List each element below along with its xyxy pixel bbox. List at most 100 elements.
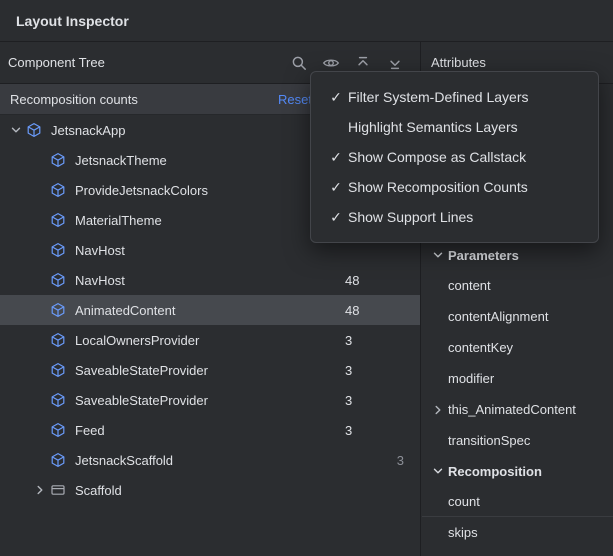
checkmark-icon: ✓ <box>324 89 348 106</box>
chevron-spacer <box>30 392 50 408</box>
compose-node-icon <box>50 272 68 288</box>
checkmark-icon: ✓ <box>324 209 348 226</box>
compose-node-icon <box>50 422 68 438</box>
tree-node-label: Scaffold <box>75 483 122 498</box>
chevron-spacer <box>30 152 50 168</box>
tree-node-label: SaveableStateProvider <box>75 393 208 408</box>
chevron-right-icon[interactable] <box>30 482 50 498</box>
attribute-row-transitionspec[interactable]: transitionSpec <box>422 425 613 456</box>
attribute-row-modifier[interactable]: modifier <box>422 363 613 394</box>
menu-item-filter-system-defined-layers[interactable]: ✓Filter System-Defined Layers <box>311 82 598 112</box>
tree-node-navhost[interactable]: NavHost 48 <box>0 265 420 295</box>
tree-node-label: NavHost <box>75 273 125 288</box>
compose-node-icon <box>50 242 68 258</box>
compose-node-icon <box>50 332 68 348</box>
recomposition-count: 3 <box>345 423 352 438</box>
tree-node-localownersprovider[interactable]: LocalOwnersProvider 3 <box>0 325 420 355</box>
section-title: Recomposition <box>448 464 542 479</box>
recomposition-count: 3 <box>345 333 352 348</box>
window-title-bar: Layout Inspector <box>0 0 613 42</box>
expand-all-icon[interactable] <box>386 54 404 72</box>
chevron-spacer <box>30 422 50 438</box>
menu-item-show-support-lines[interactable]: ✓Show Support Lines <box>311 202 598 232</box>
menu-item-show-compose-as-callstack[interactable]: ✓Show Compose as Callstack <box>311 142 598 172</box>
tree-node-label: ProvideJetsnackColors <box>75 183 208 198</box>
chevron-down-icon[interactable] <box>428 463 448 479</box>
tree-node-label: NavHost <box>75 243 125 258</box>
chevron-down-icon[interactable] <box>6 122 26 138</box>
attribute-row-contentkey[interactable]: contentKey <box>422 332 613 363</box>
attribute-name: modifier <box>448 371 494 386</box>
checkmark-icon: ✓ <box>324 149 348 166</box>
attribute-row-this-animatedcontent[interactable]: this_AnimatedContent <box>422 394 613 425</box>
compose-node-icon <box>50 392 68 408</box>
recomposition-count: 48 <box>345 273 359 288</box>
tree-node-label: AnimatedContent <box>75 303 175 318</box>
chevron-spacer <box>30 332 50 348</box>
menu-item-label: Show Support Lines <box>348 209 473 225</box>
tree-node-label: JetsnackScaffold <box>75 453 173 468</box>
menu-item-label: Show Recomposition Counts <box>348 179 528 195</box>
tree-node-animatedcontent[interactable]: AnimatedContent 48 <box>0 295 420 325</box>
attribute-name: contentKey <box>448 340 513 355</box>
chevron-spacer <box>30 302 50 318</box>
chevron-spacer <box>30 362 50 378</box>
checkmark-icon: ✓ <box>324 179 348 196</box>
attribute-name: count <box>448 494 480 509</box>
tree-node-saveablestateprovider[interactable]: SaveableStateProvider 3 <box>0 385 420 415</box>
compose-node-icon <box>50 152 68 168</box>
tree-node-label: MaterialTheme <box>75 213 162 228</box>
attribute-row-skips[interactable]: skips <box>422 517 613 548</box>
attribute-name: contentAlignment <box>448 309 548 324</box>
recomposition-count: 48 <box>345 303 359 318</box>
tree-node-label: LocalOwnersProvider <box>75 333 199 348</box>
chevron-spacer <box>30 452 50 468</box>
attribute-row-contentalignment[interactable]: contentAlignment <box>422 301 613 332</box>
recomposition-count: 3 <box>345 393 352 408</box>
view-options-icon[interactable] <box>322 54 340 72</box>
compose-node-icon <box>50 302 68 318</box>
compose-node-icon <box>50 212 68 228</box>
tree-node-label: JetsnackTheme <box>75 153 167 168</box>
section-header-parameters[interactable]: Parameters <box>422 240 613 270</box>
tree-node-jetsnackscaffold[interactable]: JetsnackScaffold 3 <box>0 445 420 475</box>
section-header-recomposition[interactable]: Recomposition <box>422 456 613 486</box>
menu-item-label: Show Compose as Callstack <box>348 149 526 165</box>
menu-item-label: Highlight Semantics Layers <box>348 119 518 135</box>
menu-item-highlight-semantics-layers[interactable]: Highlight Semantics Layers <box>311 112 598 142</box>
tree-node-feed[interactable]: Feed 3 <box>0 415 420 445</box>
recomposition-count: 3 <box>345 363 352 378</box>
recomposition-counts-label: Recomposition counts <box>10 92 138 107</box>
compose-node-icon <box>50 182 68 198</box>
search-icon[interactable] <box>290 54 308 72</box>
compose-node-icon <box>26 122 44 138</box>
chevron-down-icon[interactable] <box>428 247 448 263</box>
chevron-spacer <box>30 182 50 198</box>
tree-node-label: Feed <box>75 423 105 438</box>
attribute-name: transitionSpec <box>448 433 530 448</box>
chevron-spacer <box>30 242 50 258</box>
window-title: Layout Inspector <box>16 13 129 29</box>
view-node-icon <box>50 482 68 498</box>
reset-counts-link[interactable]: Reset <box>278 92 312 107</box>
attribute-row-count[interactable]: count <box>422 486 613 517</box>
menu-item-show-recomposition-counts[interactable]: ✓Show Recomposition Counts <box>311 172 598 202</box>
attribute-row-content[interactable]: content <box>422 270 613 301</box>
layout-inspector-window: Layout Inspector Component Tree Rec <box>0 0 613 556</box>
tree-node-scaffold[interactable]: Scaffold <box>0 475 420 505</box>
tree-node-saveablestateprovider[interactable]: SaveableStateProvider 3 <box>0 355 420 385</box>
component-tree-toolbar <box>290 54 404 72</box>
component-tree-title: Component Tree <box>8 55 105 70</box>
chevron-spacer <box>30 272 50 288</box>
chevron-right-icon[interactable] <box>428 402 448 418</box>
chevron-spacer <box>30 212 50 228</box>
compose-node-icon <box>50 452 68 468</box>
view-options-menu: ✓Filter System-Defined LayersHighlight S… <box>310 71 599 243</box>
attribute-name: content <box>448 278 491 293</box>
recomposition-count: 3 <box>397 453 404 468</box>
menu-item-label: Filter System-Defined Layers <box>348 89 529 105</box>
attributes-title: Attributes <box>431 55 486 70</box>
collapse-all-icon[interactable] <box>354 54 372 72</box>
attributes-content: Parameters content contentAlignment content… <box>422 240 613 548</box>
tree-node-label: SaveableStateProvider <box>75 363 208 378</box>
